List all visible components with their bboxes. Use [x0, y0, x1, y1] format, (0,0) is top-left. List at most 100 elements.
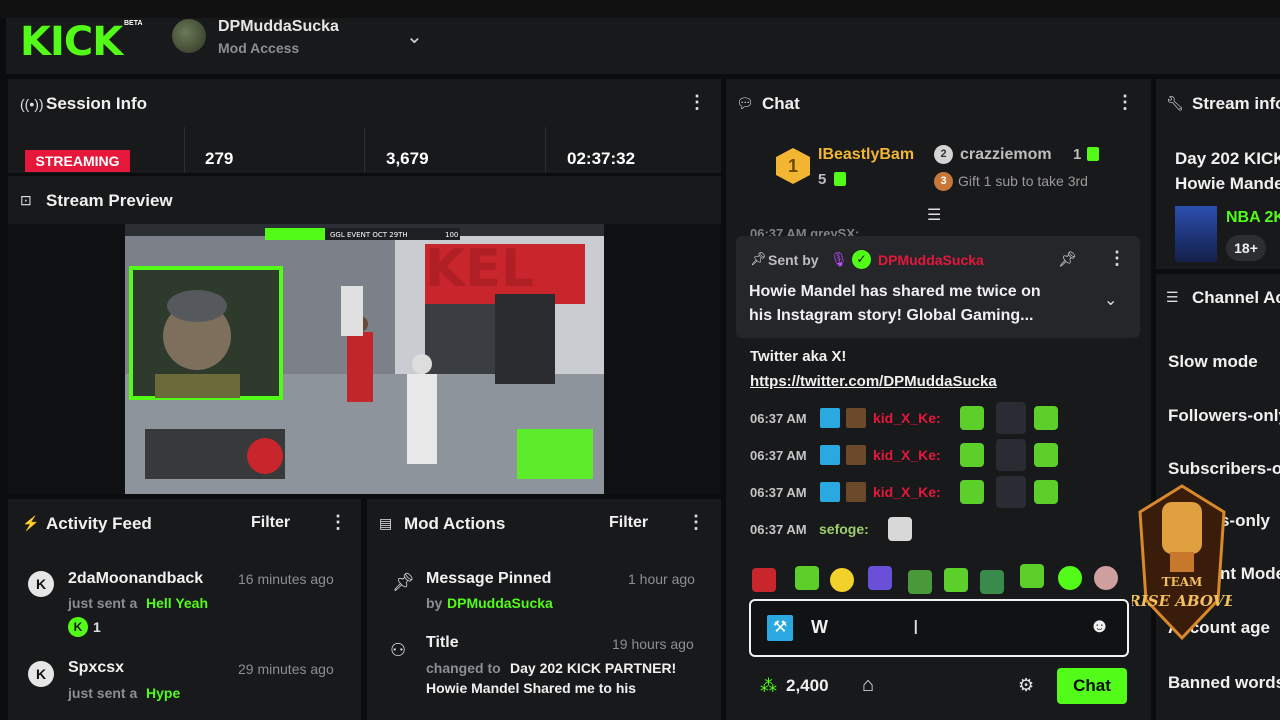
microphone-icon: 🎙︎ — [830, 251, 848, 267]
emote-option[interactable] — [980, 570, 1004, 594]
gavel-icon — [846, 408, 866, 428]
feed-item: Hell Yeah — [146, 595, 209, 611]
chat-title: Chat — [762, 94, 800, 113]
stream-info-title: Stream info — [1192, 94, 1280, 113]
pinned-sender[interactable]: DPMuddaSucka — [878, 252, 984, 268]
stream-video[interactable]: KEL GGL EVENT OCT 29TH 100 — [125, 224, 604, 494]
emote — [960, 443, 984, 467]
followers-only-setting[interactable]: Followers-only — [1168, 406, 1280, 426]
window-top-strip — [0, 0, 1280, 18]
session-info-title: Session Info — [46, 94, 148, 113]
emote-option[interactable] — [868, 566, 892, 590]
leader-1-count: 5 — [818, 171, 827, 188]
channel-username[interactable]: DPMuddaSucka — [218, 18, 339, 36]
gift-sub-hint[interactable]: Gift 1 sub to take 3rd — [958, 173, 1088, 189]
session-menu-icon[interactable]: ⋮ — [688, 92, 706, 113]
mod-filter-button[interactable]: Filter — [609, 514, 648, 532]
feed-item: Hype — [146, 685, 181, 701]
avatar[interactable] — [172, 19, 206, 53]
chat-username[interactable]: kid_X_Ke: — [873, 484, 941, 500]
feed-user[interactable]: Spxcsx — [68, 659, 124, 677]
rank-2-badge: 2 — [934, 145, 953, 164]
points-icon: ⁂ — [760, 676, 777, 695]
chat-time: 06:37 AM — [750, 522, 807, 537]
age-badge: 18+ — [1226, 235, 1266, 261]
pin-icon: 📌︎ — [750, 251, 767, 266]
chat-input[interactable]: ⚒ W I ☻ — [749, 599, 1129, 657]
activity-filter-button[interactable]: Filter — [251, 514, 290, 532]
collapse-icon[interactable]: ☰ — [927, 205, 941, 225]
team-logo-watermark: TEAM RISE ABOVE — [1127, 482, 1236, 642]
watermark-line2: RISE ABOVE — [1132, 592, 1232, 610]
stream-title-line1: Day 202 KICK — [1175, 149, 1280, 168]
moderator-icon: ⚒ — [767, 615, 793, 641]
rank-3-badge: 3 — [934, 172, 953, 191]
chat-username[interactable]: kid_X_Ke: — [873, 447, 941, 463]
follower-count: 3,679 — [386, 149, 429, 168]
emote-option[interactable] — [1020, 564, 1044, 588]
category-thumbnail[interactable] — [1175, 206, 1217, 262]
mod-by-user[interactable]: DPMuddaSucka — [447, 595, 553, 611]
emote-option[interactable] — [1058, 566, 1082, 590]
chat-text-line: Twitter aka X! — [750, 348, 847, 365]
chevron-down-icon[interactable]: ⌄ — [406, 24, 423, 49]
emoji-icon[interactable]: ☻ — [1089, 615, 1110, 638]
emote — [996, 402, 1026, 434]
kick-logo[interactable]: KICK — [20, 22, 123, 62]
chevron-down-icon[interactable]: ⌄ — [1104, 290, 1117, 310]
list-icon: ▤ — [379, 515, 393, 531]
emote — [960, 480, 984, 504]
send-chat-button[interactable]: Chat — [1057, 668, 1127, 704]
wrench-icon: 🔧︎ — [1166, 95, 1184, 111]
subscribers-only-setting[interactable]: Subscribers-only — [1168, 459, 1280, 479]
svg-text:KEL: KEL — [425, 239, 534, 299]
points-balance[interactable]: 2,400 — [786, 676, 829, 696]
pinned-message[interactable]: 📌︎ Sent by 🎙︎ ✓ DPMuddaSucka 📌︎ ⋮ Howie … — [736, 236, 1140, 338]
gift-icon — [834, 172, 846, 186]
feed-action: just sent a — [68, 595, 138, 611]
emote-option[interactable] — [1094, 566, 1118, 590]
stream-frame: KEL GGL EVENT OCT 29TH 100 — [125, 224, 604, 494]
emote-option[interactable] — [908, 570, 932, 594]
top-header: KICK BETA DPMuddaSucka Mod Access ⌄ — [6, 18, 1280, 74]
feed-count: 1 — [93, 619, 101, 635]
emote-option[interactable] — [830, 568, 854, 592]
fist-logo-icon: TEAM RISE ABOVE — [1127, 484, 1236, 641]
emote-option[interactable] — [752, 568, 776, 592]
uptime: 02:37:32 — [567, 149, 636, 168]
emote-option[interactable] — [944, 568, 968, 592]
chat-username[interactable]: sefoge: — [819, 521, 869, 537]
pinned-sent-by-label: Sent by — [768, 252, 819, 268]
mod-menu-icon[interactable]: ⋮ — [687, 512, 705, 533]
chat-time: 06:37 AM — [750, 448, 807, 463]
chat-username[interactable]: kid_X_Ke: — [873, 410, 941, 426]
stream-info-panel: 🔧︎ Stream info Day 202 KICK Howie Mandel… — [1156, 79, 1280, 269]
store-icon[interactable]: ⌂ — [862, 674, 874, 697]
chat-menu-icon[interactable]: ⋮ — [1116, 92, 1134, 113]
moderator-icon — [820, 445, 840, 465]
chat-time: 06:37 AM — [750, 411, 807, 426]
leader-2-name[interactable]: crazziemom — [960, 146, 1052, 164]
unpin-icon[interactable]: 📌︎ — [1058, 250, 1077, 268]
mod-by-label: by — [426, 595, 443, 611]
pinned-menu-icon[interactable]: ⋮ — [1108, 248, 1126, 269]
moderator-icon — [820, 408, 840, 428]
gift-icon — [1087, 147, 1099, 161]
activity-menu-icon[interactable]: ⋮ — [329, 512, 347, 533]
feed-action: just sent a — [68, 685, 138, 701]
overlay-event-text: GGL EVENT OCT 29TH — [330, 231, 408, 239]
chat-link[interactable]: https://twitter.com/DPMuddaSucka — [750, 373, 997, 390]
chat-input-value[interactable]: W — [811, 617, 828, 638]
slow-mode-setting[interactable]: Slow mode — [1168, 352, 1258, 372]
feed-user[interactable]: 2daMoonandback — [68, 570, 203, 588]
mod-changed-label: changed to — [426, 660, 501, 676]
watermark-line1: TEAM — [1162, 575, 1203, 589]
banned-words-setting[interactable]: Banned words — [1168, 673, 1280, 693]
leader-1-name[interactable]: IBeastlyBam — [818, 146, 914, 164]
emote — [960, 406, 984, 430]
divider — [545, 127, 546, 173]
emote-option[interactable] — [795, 566, 819, 590]
category-name[interactable]: NBA 2K — [1226, 209, 1280, 227]
beta-label: BETA — [124, 20, 143, 27]
gear-icon[interactable]: ⚙ — [1018, 675, 1034, 696]
